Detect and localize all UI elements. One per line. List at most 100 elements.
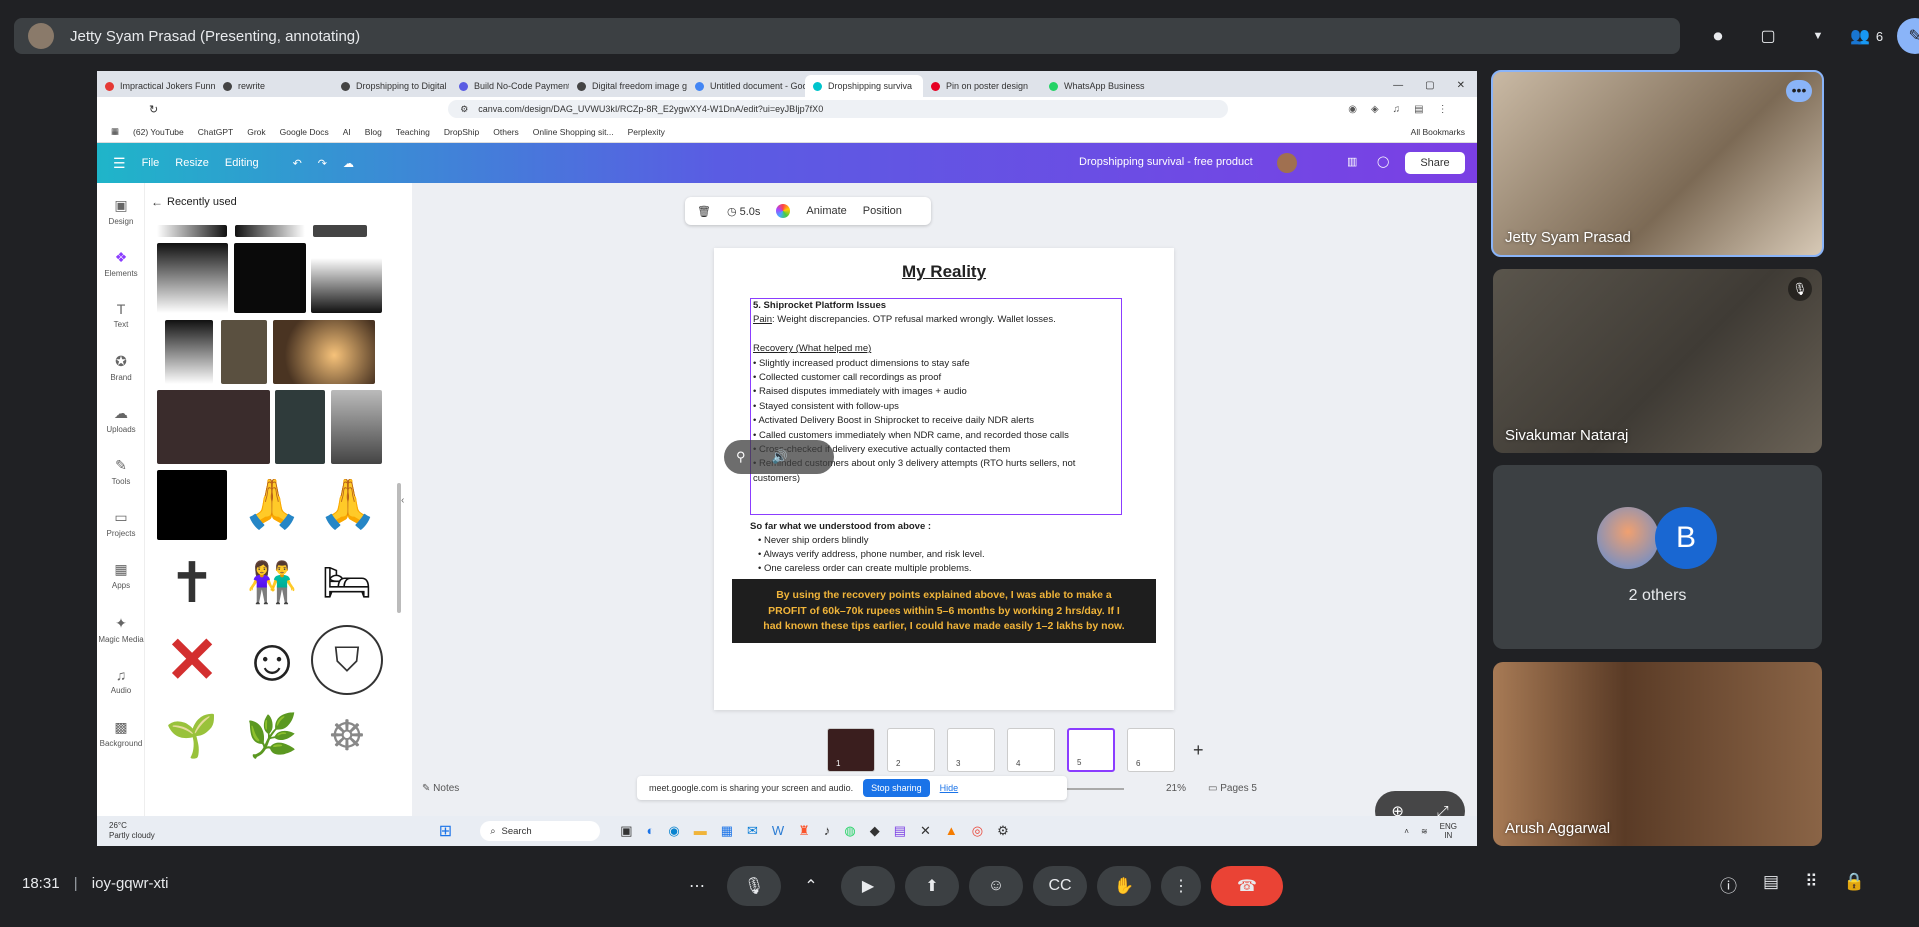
- people-count[interactable]: 👥 6: [1850, 18, 1883, 54]
- app-icon[interactable]: ✕: [920, 823, 931, 839]
- address-bar[interactable]: ⚙ canva.com/design/DAG_UVWU3kI/RCZp-8R_E…: [448, 100, 1229, 118]
- file-menu[interactable]: File: [142, 157, 160, 169]
- record-icon[interactable]: ⏺: [1700, 18, 1736, 54]
- browser-tab[interactable]: Pin on poster design: [923, 75, 1041, 97]
- page-thumbnail[interactable]: 3: [947, 728, 995, 772]
- app-icon[interactable]: ◐: [647, 823, 655, 839]
- rail-elements[interactable]: ❖ Elements: [97, 249, 145, 278]
- info-icon[interactable]: ⓘ: [1720, 872, 1737, 897]
- more-reactions-icon[interactable]: ⋯: [677, 866, 717, 906]
- raise-hand-button[interactable]: ✋: [1097, 866, 1151, 906]
- browser-tab[interactable]: Digital freedom image g: [569, 75, 687, 97]
- chevron-down-icon[interactable]: ▼: [1800, 18, 1836, 54]
- user-avatar[interactable]: [1277, 153, 1297, 173]
- weather-widget[interactable]: 26°C Partly cloudy: [109, 821, 155, 841]
- rail-uploads[interactable]: ☁ Uploads: [97, 405, 145, 434]
- duration-button[interactable]: ◷ 5.0s: [727, 205, 760, 218]
- element-thumbnail[interactable]: [273, 320, 375, 384]
- whatsapp-icon[interactable]: ◍: [844, 823, 855, 839]
- rail-apps[interactable]: ▦ Apps: [97, 561, 145, 590]
- activities-grid-icon[interactable]: ⠿: [1805, 872, 1817, 897]
- camera-button[interactable]: ▶: [841, 866, 895, 906]
- start-icon[interactable]: ⊞: [439, 821, 452, 841]
- animate-button[interactable]: Animate: [806, 205, 846, 217]
- plant-in-hand-icon[interactable]: 🌱: [157, 701, 227, 771]
- menu-dots-icon[interactable]: ⋮: [1438, 104, 1448, 115]
- document-title[interactable]: Dropshipping survival - free product: [1079, 156, 1253, 168]
- bookmark-item[interactable]: Grok: [247, 127, 265, 137]
- sleeping-bed-icon[interactable]: 🛏: [311, 547, 383, 619]
- bookmark-item[interactable]: (62) YouTube: [133, 127, 184, 137]
- app-icon[interactable]: ▲: [945, 823, 958, 839]
- rail-magic-media[interactable]: ✦ Magic Media: [97, 615, 145, 644]
- element-thumbnail[interactable]: [157, 225, 227, 237]
- all-bookmarks[interactable]: All Bookmarks: [1411, 127, 1477, 137]
- more-options-icon[interactable]: •••: [1786, 80, 1812, 102]
- rail-design[interactable]: ▣ Design: [97, 197, 145, 226]
- more-options-button[interactable]: ⋮: [1161, 866, 1201, 906]
- meditation-icon[interactable]: ☸: [311, 701, 383, 771]
- analytics-icon[interactable]: ▥: [1347, 155, 1357, 168]
- editing-mode[interactable]: Editing: [225, 157, 259, 169]
- undo-icon[interactable]: ↶: [293, 157, 302, 170]
- present-button[interactable]: ⬆: [905, 866, 959, 906]
- participant-tile-others[interactable]: B 2 others: [1493, 465, 1822, 649]
- extension-icon[interactable]: ◉: [1348, 104, 1357, 115]
- extension-icon[interactable]: ♫: [1393, 104, 1401, 115]
- sidebar-icon[interactable]: ▤: [1414, 104, 1423, 115]
- page-thumbnail[interactable]: 6: [1127, 728, 1175, 772]
- app-icon[interactable]: ▣: [620, 823, 632, 839]
- chevron-up-icon[interactable]: ⌃: [791, 866, 831, 906]
- page-thumbnail[interactable]: 4: [1007, 728, 1055, 772]
- collapse-panel-icon[interactable]: ‹: [401, 495, 404, 506]
- smiley-icon[interactable]: ☺: [237, 625, 307, 695]
- browser-tab[interactable]: WhatsApp Business: [1041, 75, 1159, 97]
- chrome-icon[interactable]: ◎: [972, 823, 983, 839]
- app-icon[interactable]: W: [772, 823, 784, 839]
- video-overlay-controls[interactable]: ⚲ 🔊: [724, 440, 834, 474]
- add-page-icon[interactable]: +: [1193, 740, 1204, 761]
- pin-off-icon[interactable]: ⚲: [736, 449, 746, 465]
- app-icon[interactable]: ♪: [824, 823, 831, 839]
- browser-tab-active[interactable]: Dropshipping surviva✕: [805, 75, 923, 97]
- emoji-button[interactable]: ☺: [969, 866, 1023, 906]
- app-icon[interactable]: ✉: [747, 823, 758, 839]
- couple-illustration-icon[interactable]: 👫: [237, 547, 307, 619]
- reload-icon[interactable]: ↻: [149, 103, 158, 116]
- chat-icon[interactable]: ▤: [1763, 872, 1779, 897]
- end-call-button[interactable]: ☎: [1211, 866, 1283, 906]
- rail-brand[interactable]: ✪ Brand: [97, 353, 145, 382]
- captions-off-icon[interactable]: ▢: [1750, 18, 1786, 54]
- red-x-icon[interactable]: ✕: [157, 625, 227, 695]
- selected-text-box[interactable]: 5. Shiprocket Platform Issues Pain: Weig…: [750, 298, 1122, 515]
- slide-page[interactable]: My Reality 5. Shiprocket Platform Issues…: [714, 248, 1174, 710]
- app-icon[interactable]: ◆: [870, 823, 880, 839]
- element-thumbnail[interactable]: [157, 470, 227, 540]
- bookmark-item[interactable]: ChatGPT: [198, 127, 233, 137]
- brave-icon[interactable]: ♜: [798, 823, 810, 839]
- annotate-pen-icon[interactable]: ✎: [1897, 18, 1919, 54]
- participant-tile[interactable]: 🎙 Sivakumar Nataraj: [1493, 269, 1822, 453]
- zoom-level[interactable]: 21%: [1166, 783, 1186, 794]
- element-thumbnail[interactable]: [165, 320, 213, 384]
- bookmark-item[interactable]: Online Shopping sit...: [533, 127, 614, 137]
- comments-icon[interactable]: ◯: [1377, 155, 1389, 168]
- hamburger-menu-icon[interactable]: ☰: [113, 155, 126, 172]
- element-thumbnail[interactable]: [221, 320, 267, 384]
- bookmark-item[interactable]: Google Docs: [280, 127, 329, 137]
- meditation-icon[interactable]: ⛉: [311, 625, 383, 695]
- redo-icon[interactable]: ↷: [318, 157, 327, 170]
- minimize-icon[interactable]: —: [1393, 80, 1403, 91]
- language-indicator[interactable]: ENG IN: [1440, 822, 1457, 840]
- volume-icon[interactable]: 🔊: [772, 449, 788, 465]
- taskbar-search[interactable]: ⌕ Search: [480, 821, 601, 841]
- element-thumbnail[interactable]: [235, 225, 305, 237]
- app-icon[interactable]: ▦: [721, 823, 733, 839]
- bookmark-item[interactable]: Perplexity: [628, 127, 665, 137]
- plant-in-hand-icon[interactable]: 🌿: [237, 701, 307, 771]
- page-thumbnail-active[interactable]: 5: [1067, 728, 1115, 772]
- cross-icon[interactable]: ✝: [157, 547, 227, 619]
- page-thumbnail[interactable]: 1: [827, 728, 875, 772]
- chevron-up-icon[interactable]: ˄: [1404, 827, 1409, 836]
- app-icon[interactable]: ▤: [894, 823, 906, 839]
